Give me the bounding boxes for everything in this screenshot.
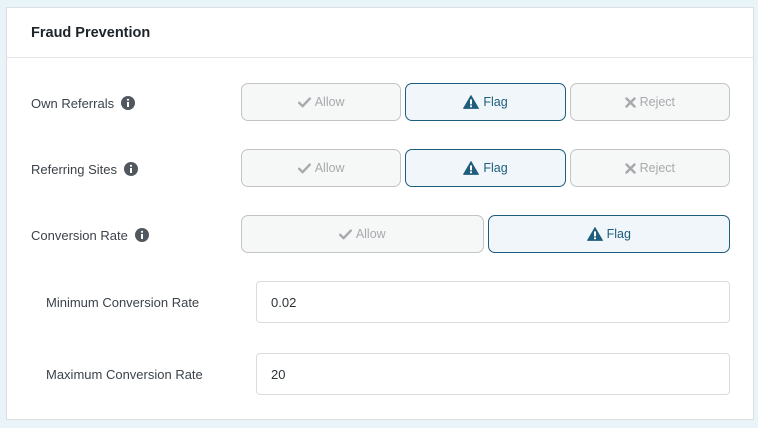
conversion-rate-flag-button[interactable]: Flag [487,215,730,253]
max-conversion-rate-row: Maximum Conversion Rate [7,353,753,395]
reject-label: Reject [639,161,676,175]
referring-sites-flag-button[interactable]: Flag [405,149,566,187]
own-referrals-reject-button[interactable]: Reject [569,83,730,121]
check-icon [297,162,311,174]
allow-label: Allow [355,227,386,241]
flag-label: Flag [483,95,508,109]
reject-label: Reject [639,95,676,109]
referring-sites-row: Referring Sites Allow Flag Reject [7,149,753,189]
flag-label: Flag [483,161,508,175]
conversion-rate-label: Conversion Rate [31,227,128,243]
info-icon[interactable] [121,96,136,110]
own-referrals-row: Own Referrals Allow Flag Reject [7,83,753,123]
own-referrals-label: Own Referrals [31,95,115,111]
conversion-rate-options: Allow Flag [241,215,730,255]
check-icon [297,96,311,108]
x-icon [624,162,636,174]
warning-icon [463,161,480,175]
own-referrals-label-wrap: Own Referrals [31,83,136,123]
min-conversion-rate-label: Minimum Conversion Rate [46,294,200,310]
warning-icon [586,227,603,241]
max-conversion-rate-label: Maximum Conversion Rate [46,366,203,382]
info-icon[interactable] [123,162,138,176]
own-referrals-options: Allow Flag Reject [241,83,730,123]
referring-sites-label: Referring Sites [31,161,117,177]
referring-sites-reject-button[interactable]: Reject [569,149,730,187]
own-referrals-flag-button[interactable]: Flag [405,83,566,121]
referring-sites-options: Allow Flag Reject [241,149,730,189]
info-icon[interactable] [134,228,149,242]
flag-label: Flag [606,227,631,241]
panel-header: Fraud Prevention [7,8,753,58]
allow-label: Allow [314,161,345,175]
warning-icon [463,95,480,109]
check-icon [338,228,352,240]
panel-title: Fraud Prevention [31,24,151,41]
min-conversion-rate-row: Minimum Conversion Rate [7,281,753,323]
x-icon [624,96,636,108]
min-conversion-rate-input[interactable] [256,281,730,323]
conversion-rate-allow-button[interactable]: Allow [241,215,484,253]
max-conversion-rate-input[interactable] [256,353,730,395]
referring-sites-label-wrap: Referring Sites [31,149,138,189]
fraud-prevention-panel: Fraud Prevention Own Referrals Allow Fla… [6,7,754,420]
own-referrals-allow-button[interactable]: Allow [241,83,402,121]
conversion-rate-row: Conversion Rate Allow Flag [7,215,753,255]
allow-label: Allow [314,95,345,109]
referring-sites-allow-button[interactable]: Allow [241,149,402,187]
conversion-rate-label-wrap: Conversion Rate [31,215,149,255]
